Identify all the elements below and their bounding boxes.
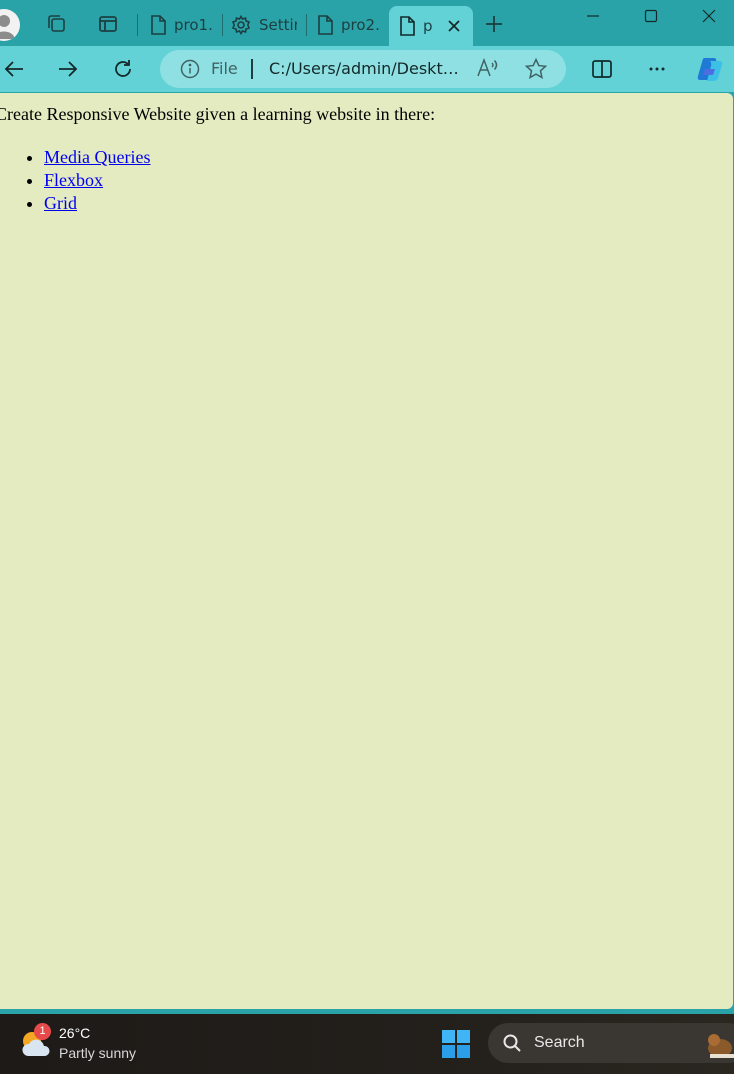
- tab-pro1[interactable]: pro1.ht: [140, 7, 222, 43]
- vertical-tabs-button[interactable]: [92, 8, 124, 40]
- taskbar-search[interactable]: Search: [488, 1023, 734, 1063]
- list-item: Media Queries: [44, 146, 150, 169]
- search-label: Search: [534, 1034, 585, 1051]
- link-media-queries[interactable]: Media Queries: [44, 147, 150, 167]
- page-icon: [151, 15, 166, 35]
- tab-active[interactable]: p: [389, 6, 473, 46]
- forward-button[interactable]: [50, 51, 86, 87]
- copilot-button[interactable]: [692, 51, 728, 87]
- info-icon[interactable]: [180, 59, 200, 79]
- copilot-icon: [697, 58, 723, 81]
- tab-divider: [137, 14, 138, 36]
- favorite-star-icon[interactable]: [524, 57, 548, 81]
- more-options-button[interactable]: [639, 51, 675, 87]
- plus-icon: [486, 16, 502, 32]
- link-grid[interactable]: Grid: [44, 193, 77, 213]
- refresh-button[interactable]: [105, 51, 141, 87]
- gear-icon: [231, 15, 251, 35]
- list-item: Flexbox: [44, 169, 150, 192]
- weather-temperature: 26°C: [59, 1025, 91, 1041]
- page-icon: [318, 15, 333, 35]
- close-icon: [702, 9, 716, 23]
- search-icon: [503, 1034, 521, 1052]
- address-divider: [251, 59, 253, 79]
- browser-toolbar: File C:/Users/admin/Desktop/pro3.html: [0, 46, 734, 92]
- workspaces-button[interactable]: [40, 8, 72, 40]
- list-item: Grid: [44, 192, 150, 215]
- page-intro-text: Create Responsive Website given a learni…: [0, 104, 436, 124]
- workspaces-icon: [48, 15, 65, 32]
- address-bar[interactable]: File C:/Users/admin/Desktop/pro3.html: [160, 50, 566, 88]
- tab-pro2[interactable]: pro2.ht: [307, 7, 387, 43]
- tab-label: pro2.ht: [341, 16, 381, 34]
- split-screen-icon: [592, 60, 612, 78]
- maximize-icon: [644, 9, 658, 23]
- tab-strip: pro1.ht Settings pro2.ht p: [0, 0, 734, 46]
- windows-start-icon[interactable]: [441, 1029, 471, 1059]
- address-scheme-label: File: [211, 59, 238, 78]
- profile-avatar[interactable]: [0, 9, 20, 41]
- tab-label: p: [423, 17, 433, 35]
- close-tab-button[interactable]: [447, 19, 461, 33]
- arrow-right-icon: [59, 61, 78, 77]
- minimize-button[interactable]: [564, 0, 622, 32]
- back-button[interactable]: [0, 51, 32, 87]
- search-highlight-image: [708, 1034, 734, 1058]
- maximize-button[interactable]: [622, 0, 680, 32]
- page-content: Create Responsive Website given a learni…: [0, 93, 733, 1009]
- split-screen-button[interactable]: [584, 51, 620, 87]
- refresh-icon: [115, 60, 131, 77]
- arrow-left-icon: [4, 61, 23, 77]
- page-icon: [400, 16, 415, 36]
- weather-widget[interactable]: 1 26°C Partly sunny: [0, 1014, 150, 1074]
- close-icon: [448, 20, 460, 32]
- tab-label: Settings: [259, 16, 297, 34]
- address-url[interactable]: C:/Users/admin/Desktop/pro3.html: [269, 59, 465, 78]
- new-tab-button[interactable]: [478, 8, 510, 40]
- more-horizontal-icon: [649, 67, 665, 71]
- tab-settings[interactable]: Settings: [221, 7, 305, 43]
- weather-badge: 1: [34, 1023, 51, 1040]
- link-flexbox[interactable]: Flexbox: [44, 170, 103, 190]
- close-window-button[interactable]: [680, 0, 734, 32]
- topic-link-list: Media Queries Flexbox Grid: [4, 146, 150, 215]
- taskbar: 1 26°C Partly sunny Search: [0, 1014, 734, 1074]
- minimize-icon: [587, 15, 599, 17]
- weather-condition: Partly sunny: [59, 1045, 137, 1061]
- tab-actions-icon: [99, 16, 117, 32]
- read-aloud-icon[interactable]: [476, 57, 500, 79]
- tab-label: pro1.ht: [174, 16, 214, 34]
